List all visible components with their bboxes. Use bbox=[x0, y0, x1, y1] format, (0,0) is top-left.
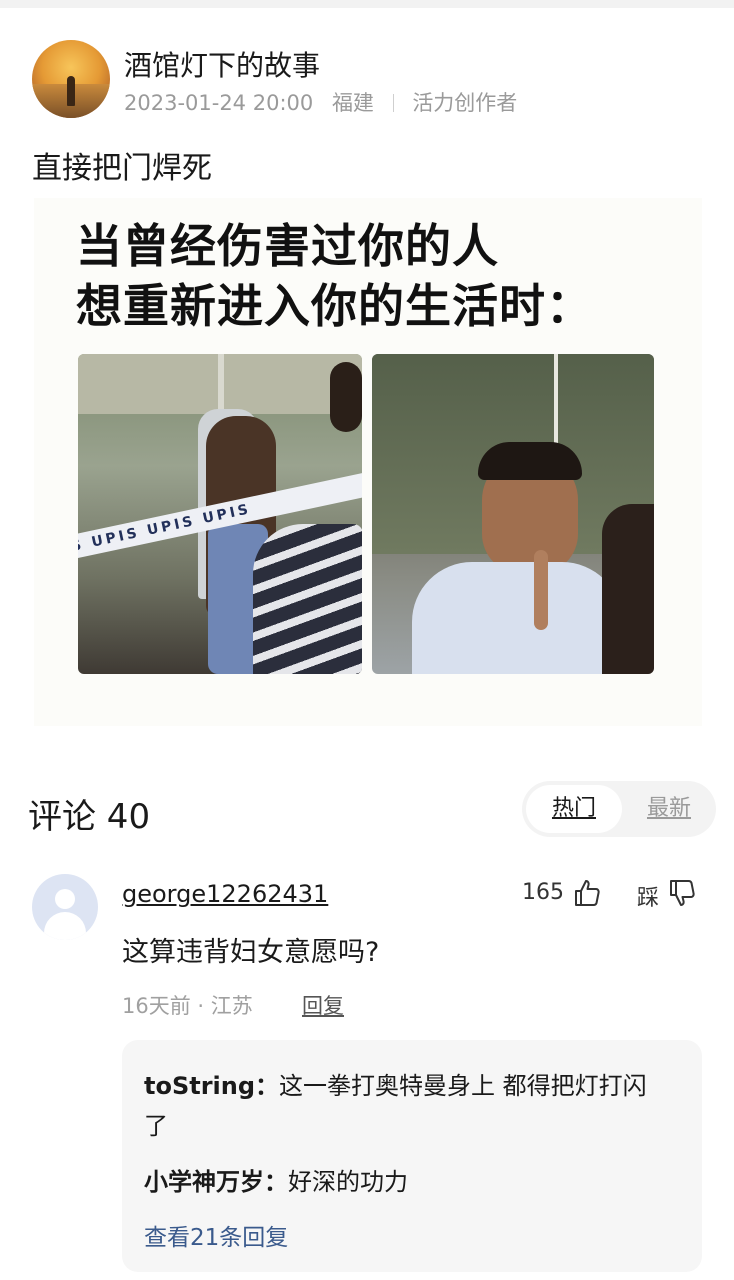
tab-hot[interactable]: 热门 bbox=[526, 785, 622, 833]
post-meta: 2023-01-24 20:00 福建 活力创作者 bbox=[124, 87, 517, 117]
reply-item[interactable]: toString：这一拳打奥特曼身上 都得把灯打闪了 bbox=[144, 1066, 664, 1146]
thumbs-down-icon[interactable] bbox=[667, 878, 697, 908]
meme-photo-left: S UPIS UPIS UPIS bbox=[78, 354, 362, 674]
woman-silhouette bbox=[602, 504, 654, 674]
meme-caption-line-2: 想重新进入你的生活时： bbox=[76, 279, 593, 333]
thumbs-up-icon[interactable] bbox=[572, 878, 602, 908]
dislike-label: 踩 bbox=[637, 886, 660, 911]
man-hair bbox=[478, 442, 582, 480]
commenter-username[interactable]: george12262431 bbox=[122, 880, 328, 908]
reply-button[interactable]: 回复 bbox=[302, 990, 344, 1020]
commenter-avatar[interactable] bbox=[32, 874, 98, 940]
reply-item[interactable]: 小学神万岁：好深的功力 bbox=[144, 1162, 408, 1202]
reply-author[interactable]: toString： bbox=[144, 1072, 279, 1100]
post-location: 福建 bbox=[331, 91, 374, 115]
avatar-figure bbox=[67, 76, 75, 106]
meme-image[interactable]: 当曾经伤害过你的人 想重新进入你的生活时： S UPIS UPIS UPIS bbox=[34, 198, 702, 726]
comment-sort-tabs: 热门 最新 bbox=[522, 781, 716, 837]
comment-meta: 16天前 · 江苏 bbox=[122, 994, 253, 1018]
author-badge: 活力创作者 bbox=[412, 91, 518, 115]
meta-divider bbox=[392, 94, 394, 112]
post-text: 直接把门焊死 bbox=[32, 151, 212, 186]
striped-shirt-person bbox=[253, 524, 362, 674]
meme-caption: 当曾经伤害过你的人 想重新进入你的生活时： bbox=[76, 216, 593, 336]
view-more-replies-link[interactable]: 查看21条回复 bbox=[144, 1218, 288, 1252]
author-avatar[interactable] bbox=[32, 40, 110, 118]
comments-title: 评论 40 bbox=[28, 797, 151, 837]
meme-caption-line-1: 当曾经伤害过你的人 bbox=[76, 219, 499, 273]
author-name[interactable]: 酒馆灯下的故事 bbox=[124, 44, 320, 84]
top-divider bbox=[0, 0, 734, 8]
reply-box: toString：这一拳打奥特曼身上 都得把灯打闪了 小学神万岁：好深的功力 查… bbox=[122, 1040, 702, 1272]
tab-new[interactable]: 最新 bbox=[626, 785, 712, 833]
reply-author[interactable]: 小学神万岁： bbox=[144, 1168, 288, 1196]
reply-text: 好深的功力 bbox=[288, 1168, 408, 1196]
man-shirt bbox=[412, 562, 622, 674]
post-date: 2023-01-24 20:00 bbox=[124, 91, 314, 115]
comment-text: 这算违背妇女意愿吗? bbox=[122, 937, 380, 968]
man-head-foreground bbox=[330, 362, 362, 432]
meme-photo-right bbox=[372, 354, 654, 674]
finger bbox=[534, 550, 548, 630]
avatar-head bbox=[55, 889, 75, 909]
avatar-body bbox=[44, 912, 86, 940]
like-count: 165 bbox=[522, 880, 564, 905]
